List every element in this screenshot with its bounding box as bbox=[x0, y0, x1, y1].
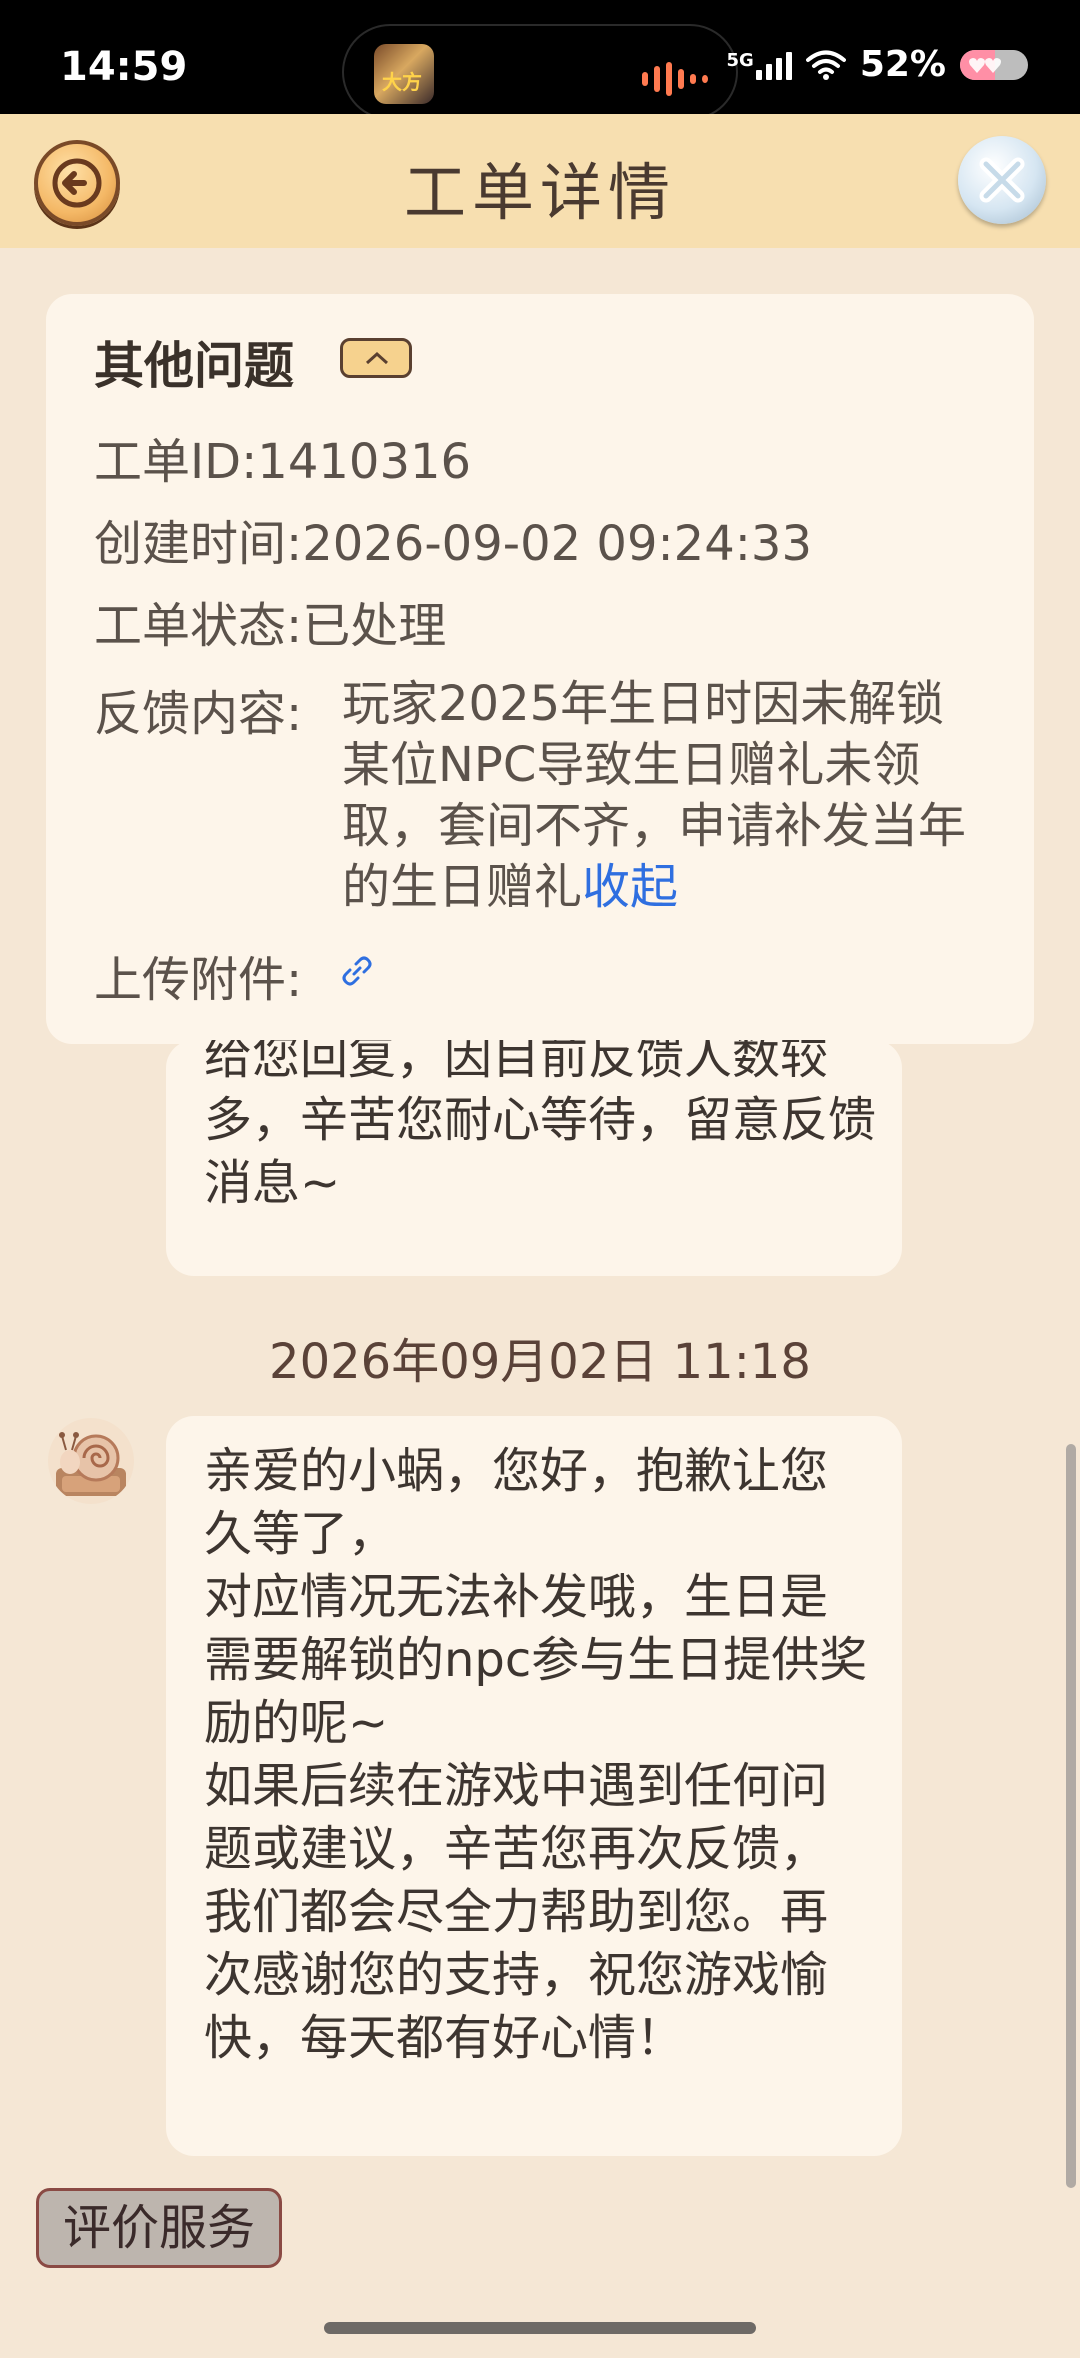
page-title: 工单详情 bbox=[403, 156, 676, 229]
status-bar: 14:59 大方 5G 52% bbox=[0, 0, 1080, 120]
ticket-status-value: 已处理 bbox=[302, 598, 447, 654]
reply-message-text: 亲爱的小蜗，您好，抱歉让您久等了， 对应情况无法补发哦，生日是需要解锁的npc参… bbox=[204, 1443, 868, 2066]
audio-wave-icon bbox=[642, 62, 708, 96]
heart-icon bbox=[969, 57, 1001, 73]
ticket-id-value: 1410316 bbox=[257, 434, 472, 490]
close-button[interactable] bbox=[958, 136, 1046, 224]
status-time: 14:59 bbox=[60, 44, 188, 90]
wifi-icon bbox=[805, 50, 846, 80]
attachment-label: 上传附件: bbox=[94, 952, 303, 1008]
status-row: 工单状态: 已处理 bbox=[94, 586, 446, 656]
message-timestamp: 2026年09月02日 11:18 bbox=[269, 1334, 811, 1390]
dynamic-island[interactable]: 大方 bbox=[342, 24, 738, 120]
previous-message-text: 给您回复，因目前反馈人数较多，辛苦您耐心等待，留意反馈消息~ bbox=[204, 1040, 877, 1211]
close-icon bbox=[979, 157, 1025, 203]
ticket-id-row: 工单ID: 1410316 bbox=[94, 422, 471, 492]
scrollbar[interactable] bbox=[1066, 1444, 1076, 2188]
link-icon[interactable] bbox=[340, 954, 374, 988]
ticket-id-label: 工单ID: bbox=[94, 434, 258, 490]
created-time-label: 创建时间: bbox=[94, 516, 303, 572]
network-type: 5G bbox=[726, 49, 754, 71]
feedback-label: 反馈内容: bbox=[94, 686, 303, 742]
battery-icon bbox=[960, 49, 1028, 80]
previous-message-bubble: 给您回复，因目前反馈人数较多，辛苦您耐心等待，留意反馈消息~ bbox=[166, 1040, 902, 1276]
page-header: 工单详情 bbox=[0, 114, 1080, 248]
ticket-card: 其他问题 工单ID: 1410316 创建时间: 2026-09-02 09:2… bbox=[46, 294, 1034, 1044]
ticket-status-label: 工单状态: bbox=[94, 598, 303, 654]
status-icons: 5G 52% bbox=[727, 44, 1028, 85]
created-time-value: 2026-09-02 09:24:33 bbox=[302, 516, 812, 572]
rate-service-button[interactable]: 评价服务 bbox=[36, 2188, 282, 2268]
battery-percent: 52% bbox=[859, 44, 946, 85]
avatar bbox=[48, 1418, 134, 1504]
collapse-link[interactable]: 收起 bbox=[582, 859, 678, 915]
chevron-up-icon bbox=[365, 351, 389, 365]
ticket-type: 其他问题 bbox=[94, 337, 294, 395]
feedback-content: 玩家2025年生日时因未解锁某位NPC导致生日赠礼未领取，套间不齐，申请补发当年… bbox=[342, 674, 992, 918]
reply-message-bubble: 亲爱的小蜗，您好，抱歉让您久等了， 对应情况无法补发哦，生日是需要解锁的npc参… bbox=[166, 1416, 902, 2156]
snail-avatar-icon bbox=[56, 1432, 126, 1496]
signal-icon bbox=[755, 50, 792, 80]
created-time-row: 创建时间: 2026-09-02 09:24:33 bbox=[94, 504, 812, 574]
app-icon-label: 大方 bbox=[382, 70, 422, 94]
home-indicator[interactable] bbox=[324, 2322, 756, 2334]
collapse-toggle[interactable] bbox=[340, 338, 412, 378]
app-icon: 大方 bbox=[374, 44, 434, 104]
